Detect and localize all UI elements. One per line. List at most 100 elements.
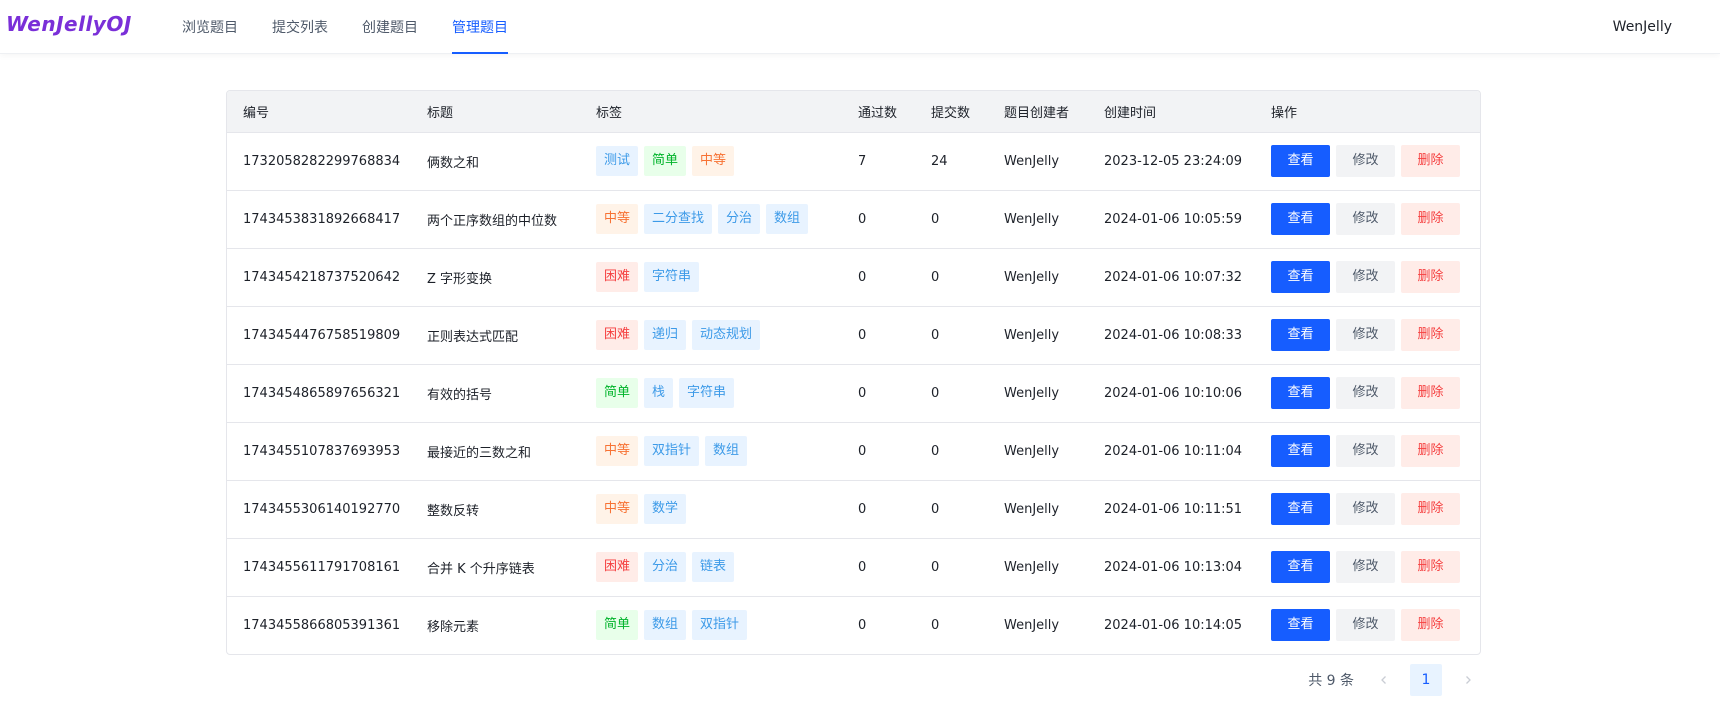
problem-id: 1743453831892668417 — [227, 190, 411, 249]
edit-button[interactable]: 修改 — [1336, 319, 1395, 351]
col-header-actions: 操作 — [1255, 91, 1480, 133]
problem-tag: 简单 — [596, 378, 639, 408]
chevron-right-icon[interactable] — [1452, 664, 1484, 696]
problem-tag: 分治 — [718, 204, 761, 234]
view-button[interactable]: 查看 — [1271, 551, 1330, 583]
delete-button[interactable]: 删除 — [1401, 203, 1460, 235]
table-header-row: 编号 标题 标签 通过数 提交数 题目创建者 创建时间 操作 — [227, 91, 1480, 133]
view-button[interactable]: 查看 — [1271, 377, 1330, 409]
col-header-created-time: 创建时间 — [1088, 91, 1255, 133]
accepted-count: 0 — [842, 538, 915, 597]
problem-tags: 困难 递归 动态规划 — [580, 306, 842, 365]
row-actions: 查看 修改 删除 — [1255, 538, 1480, 597]
delete-button[interactable]: 删除 — [1401, 609, 1460, 642]
created-time: 2024-01-06 10:07:32 — [1088, 248, 1255, 307]
view-button[interactable]: 查看 — [1271, 609, 1330, 642]
problem-tag: 困难 — [596, 320, 639, 350]
problem-tag: 字符串 — [644, 262, 700, 292]
table-row: 1732058282299768834 俩数之和 测试 简单 中等 7 24 WenJelly… — [227, 132, 1480, 191]
table-row: 1743455611791708161 合并 K 个升序链表 困难 分治 链表 0 0 Wen… — [227, 538, 1480, 597]
nav-manage-problems[interactable]: 管理题目 — [438, 0, 522, 54]
problem-title: 两个正序数组的中位数 — [411, 190, 580, 249]
col-header-submitted: 提交数 — [915, 91, 988, 133]
row-actions: 查看 修改 删除 — [1255, 248, 1480, 307]
accepted-count: 0 — [842, 422, 915, 481]
created-time: 2024-01-06 10:11:51 — [1088, 480, 1255, 539]
problem-title: 合并 K 个升序链表 — [411, 538, 580, 597]
table-row: 1743455107837693953 最接近的三数之和 中等 双指针 数组 0 0 WenJ… — [227, 422, 1480, 481]
accepted-count: 0 — [858, 617, 867, 633]
accepted-count: 0 — [842, 248, 915, 307]
problem-tag: 中等 — [596, 204, 639, 234]
accepted-count: 0 — [842, 190, 915, 249]
nav-submission-list[interactable]: 提交列表 — [258, 0, 342, 54]
view-button[interactable]: 查看 — [1271, 435, 1330, 467]
submitted-count: 24 — [915, 132, 988, 191]
delete-button[interactable]: 删除 — [1401, 377, 1460, 409]
view-button[interactable]: 查看 — [1271, 493, 1330, 525]
created-time: 2024-01-06 10:11:04 — [1088, 422, 1255, 481]
col-header-tags: 标签 — [580, 91, 842, 133]
edit-button[interactable]: 修改 — [1336, 551, 1395, 583]
nav-create-problem[interactable]: 创建题目 — [348, 0, 432, 54]
problem-creator: WenJelly — [988, 538, 1088, 597]
page-number-current[interactable]: 1 — [1410, 664, 1442, 696]
created-time: 2024-01-06 10:13:04 — [1088, 538, 1255, 597]
edit-button[interactable]: 修改 — [1336, 609, 1395, 642]
problem-title: 俩数之和 — [411, 132, 580, 191]
problem-id: 1743454476758519809 — [227, 306, 411, 365]
problem-tags: 中等 双指针 数组 — [580, 422, 842, 481]
problem-tag: 数组 — [705, 436, 748, 466]
table-row: 1743454865897656321 有效的括号 简单栈字符串 0 0 WenJelly… — [227, 364, 1480, 423]
submitted-count: 0 — [915, 422, 988, 481]
problem-title: 有效的括号 — [411, 364, 580, 423]
table-row: 1743454218737520642 Z 字形变换 困难 字符串 0 0 WenJelly… — [227, 248, 1480, 307]
delete-button[interactable]: 删除 — [1401, 435, 1460, 467]
problem-title: 移除元素 — [427, 619, 480, 635]
edit-button[interactable]: 修改 — [1336, 203, 1395, 235]
logo[interactable]: WenJellyOJ — [6, 12, 132, 36]
accepted-count: 0 — [842, 480, 915, 539]
problem-creator: WenJelly — [988, 480, 1088, 539]
problem-tags: 困难 分治 链表 — [580, 538, 842, 597]
user-name[interactable]: WenJelly — [1613, 0, 1672, 54]
problem-creator: WenJelly — [988, 306, 1088, 365]
problem-tags: 测试 简单 中等 — [580, 132, 842, 191]
view-button[interactable]: 查看 — [1271, 319, 1330, 351]
edit-button[interactable]: 修改 — [1336, 435, 1395, 467]
delete-button[interactable]: 删除 — [1401, 493, 1460, 525]
problem-tag: 测试 — [596, 146, 639, 176]
problem-tag: 栈 — [644, 378, 674, 408]
created-time: 2023-12-05 23:24:09 — [1088, 132, 1255, 191]
created-time: 2024-01-06 10:14:05 — [1104, 617, 1243, 633]
delete-button[interactable]: 删除 — [1401, 551, 1460, 583]
edit-button[interactable]: 修改 — [1336, 261, 1395, 293]
problem-tag: 简单 — [644, 146, 687, 176]
problem-id: 1743454865897656321 — [227, 364, 411, 423]
edit-button[interactable]: 修改 — [1336, 377, 1395, 409]
edit-button[interactable]: 修改 — [1336, 145, 1395, 177]
problem-tag: 困难 — [596, 262, 639, 292]
delete-button[interactable]: 删除 — [1401, 261, 1460, 293]
row-actions: 查看 修改 删除 — [1255, 596, 1480, 654]
problem-tag: 数组 — [644, 610, 687, 641]
nav-browse-problems[interactable]: 浏览题目 — [168, 0, 252, 54]
table-row: 1743455306140192770 整数反转 中等 数学 0 0 WenJelly 202… — [227, 480, 1480, 539]
problem-tags: 中等 数学 — [580, 480, 842, 539]
chevron-left-icon[interactable] — [1368, 664, 1400, 696]
delete-button[interactable]: 删除 — [1401, 319, 1460, 351]
edit-button[interactable]: 修改 — [1336, 493, 1395, 525]
accepted-count: 0 — [842, 364, 915, 423]
submitted-count: 0 — [915, 190, 988, 249]
delete-button[interactable]: 删除 — [1401, 145, 1460, 177]
submitted-count: 0 — [915, 480, 988, 539]
col-header-accepted: 通过数 — [842, 91, 915, 133]
problem-table: 编号 标题 标签 通过数 提交数 题目创建者 创建时间 操作 173205828… — [226, 90, 1481, 655]
view-button[interactable]: 查看 — [1271, 203, 1330, 235]
view-button[interactable]: 查看 — [1271, 145, 1330, 177]
view-button[interactable]: 查看 — [1271, 261, 1330, 293]
accepted-count: 0 — [842, 306, 915, 365]
problem-id: 1743454218737520642 — [227, 248, 411, 307]
submitted-count: 0 — [931, 617, 940, 633]
problem-tag: 中等 — [596, 494, 639, 524]
